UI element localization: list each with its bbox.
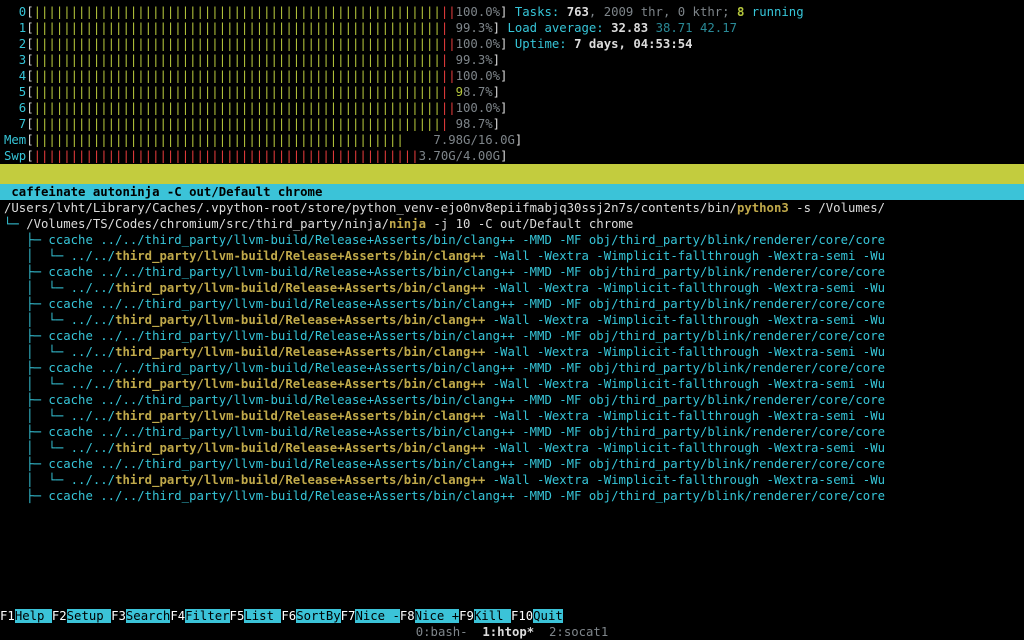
cpu-bar-2: 2[||||||||||||||||||||||||||||||||||||||… <box>4 36 1020 52</box>
fnkey-label[interactable]: Kill <box>474 609 511 623</box>
cpu-bar-0: 0[||||||||||||||||||||||||||||||||||||||… <box>4 4 1020 20</box>
htop-header: 0[||||||||||||||||||||||||||||||||||||||… <box>0 0 1024 164</box>
process-row[interactable]: │ └─ ../../third_party/llvm-build/Releas… <box>4 408 1024 424</box>
command-column-header[interactable]: caffeinate autoninja -C out/Default chro… <box>0 184 1024 200</box>
process-row[interactable]: │ └─ ../../third_party/llvm-build/Releas… <box>4 344 1024 360</box>
process-row[interactable]: │ └─ ../../third_party/llvm-build/Releas… <box>4 440 1024 456</box>
tmux-status-bar[interactable]: 0:bash- 1:htop* 2:socat1 <box>0 624 1024 640</box>
cpu-bar-4: 4[||||||||||||||||||||||||||||||||||||||… <box>4 68 1020 84</box>
process-row[interactable]: ├─ ccache ../../third_party/llvm-build/R… <box>4 360 1024 376</box>
process-row[interactable]: └─ /Volumes/TS/Codes/chromium/src/third_… <box>4 216 1024 232</box>
fnkey-F10[interactable]: F10 <box>511 609 533 623</box>
fnkey-F6[interactable]: F6 <box>281 609 296 623</box>
process-tree[interactable]: /Users/lvht/Library/Caches/.vpython-root… <box>0 200 1024 504</box>
fnkey-F3[interactable]: F3 <box>111 609 126 623</box>
process-row[interactable]: /Users/lvht/Library/Caches/.vpython-root… <box>4 200 1024 216</box>
cpu-bar-6: 6[||||||||||||||||||||||||||||||||||||||… <box>4 100 1020 116</box>
process-row[interactable]: │ └─ ../../third_party/llvm-build/Releas… <box>4 248 1024 264</box>
fnkey-label[interactable]: Nice - <box>355 609 399 623</box>
swap-bar: Swp[||||||||||||||||||||||||||||||||||||… <box>4 148 1020 164</box>
separator-bar <box>0 164 1024 184</box>
process-row[interactable]: │ └─ ../../third_party/llvm-build/Releas… <box>4 472 1024 488</box>
fnkey-F4[interactable]: F4 <box>170 609 185 623</box>
cpu-bar-1: 1[||||||||||||||||||||||||||||||||||||||… <box>4 20 1020 36</box>
cpu-bar-5: 5[||||||||||||||||||||||||||||||||||||||… <box>4 84 1020 100</box>
fnkey-F9[interactable]: F9 <box>459 609 474 623</box>
process-row[interactable]: ├─ ccache ../../third_party/llvm-build/R… <box>4 296 1024 312</box>
cpu-bar-7: 7[||||||||||||||||||||||||||||||||||||||… <box>4 116 1020 132</box>
fnkey-label[interactable]: Filter <box>185 609 229 623</box>
fnkey-label[interactable]: Setup <box>67 609 111 623</box>
process-row[interactable]: ├─ ccache ../../third_party/llvm-build/R… <box>4 456 1024 472</box>
memory-bar: Mem[||||||||||||||||||||||||||||||||||||… <box>4 132 1020 148</box>
fnkey-label[interactable]: List <box>244 609 281 623</box>
process-row[interactable]: ├─ ccache ../../third_party/llvm-build/R… <box>4 424 1024 440</box>
fnkey-F2[interactable]: F2 <box>52 609 67 623</box>
process-row[interactable]: ├─ ccache ../../third_party/llvm-build/R… <box>4 232 1024 248</box>
process-row[interactable]: │ └─ ../../third_party/llvm-build/Releas… <box>4 376 1024 392</box>
process-row[interactable]: │ └─ ../../third_party/llvm-build/Releas… <box>4 312 1024 328</box>
process-row[interactable]: ├─ ccache ../../third_party/llvm-build/R… <box>4 328 1024 344</box>
process-row[interactable]: ├─ ccache ../../third_party/llvm-build/R… <box>4 488 1024 504</box>
fnkey-label[interactable]: Quit <box>533 609 563 623</box>
function-key-bar: F1Help F2Setup F3SearchF4FilterF5List F6… <box>0 608 1024 624</box>
fnkey-F7[interactable]: F7 <box>341 609 356 623</box>
cpu-bar-3: 3[||||||||||||||||||||||||||||||||||||||… <box>4 52 1020 68</box>
process-row[interactable]: ├─ ccache ../../third_party/llvm-build/R… <box>4 392 1024 408</box>
fnkey-label[interactable]: Nice + <box>415 609 459 623</box>
fnkey-label[interactable]: Search <box>126 609 170 623</box>
fnkey-F5[interactable]: F5 <box>230 609 245 623</box>
process-row[interactable]: │ └─ ../../third_party/llvm-build/Releas… <box>4 280 1024 296</box>
fnkey-label[interactable]: Help <box>15 609 52 623</box>
fnkey-F1[interactable]: F1 <box>0 609 15 623</box>
process-row[interactable]: ├─ ccache ../../third_party/llvm-build/R… <box>4 264 1024 280</box>
fnkey-F8[interactable]: F8 <box>400 609 415 623</box>
fnkey-label[interactable]: SortBy <box>296 609 340 623</box>
